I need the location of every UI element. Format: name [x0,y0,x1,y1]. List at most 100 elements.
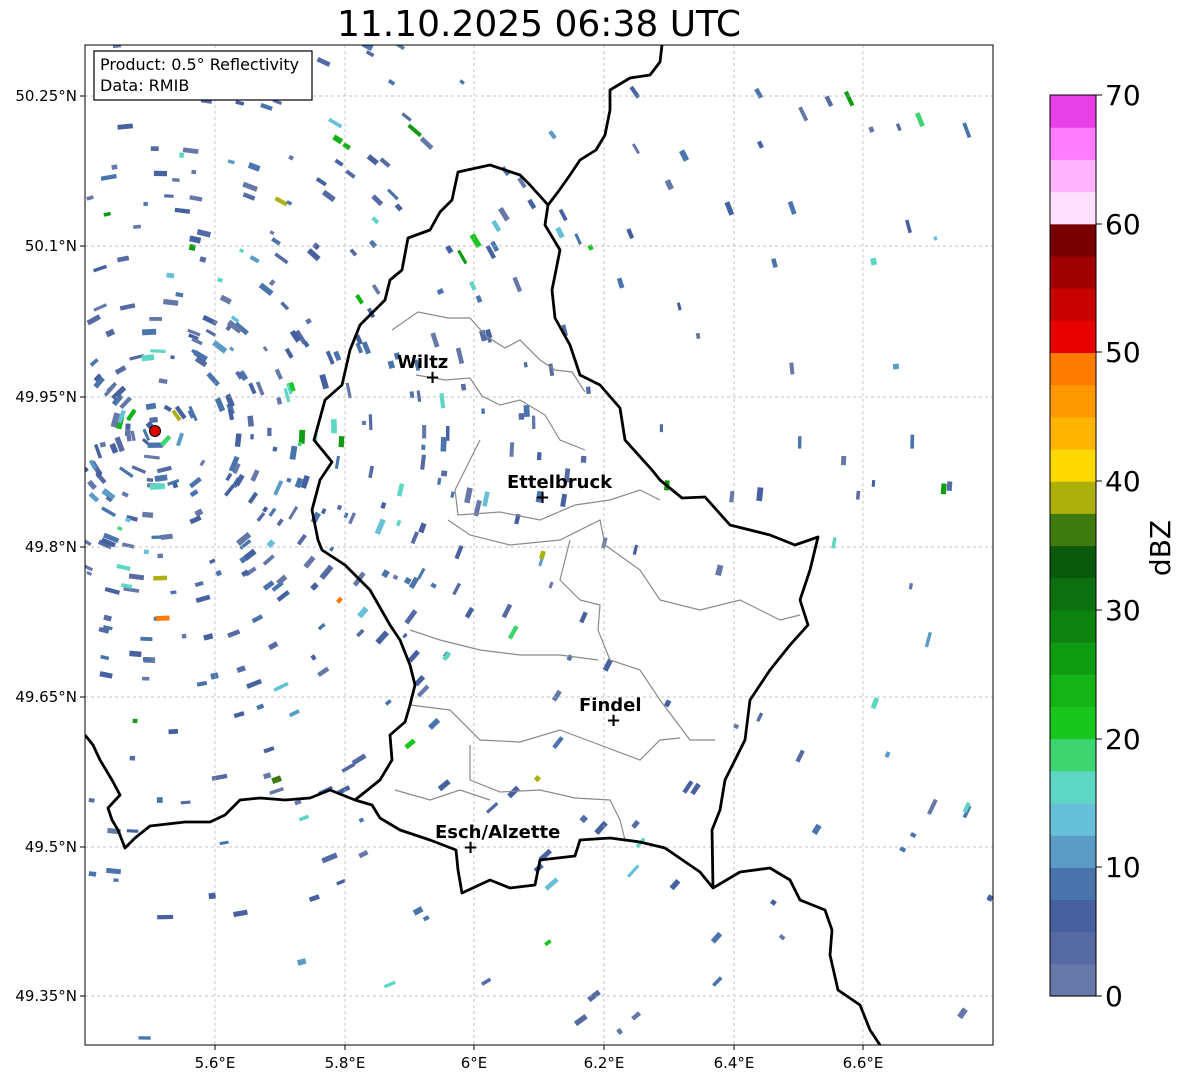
colorbar-swatch [1050,127,1096,160]
radar-echo [149,483,166,490]
colorbar-swatch [1050,609,1096,643]
radar-echo [111,164,118,170]
radar-echo [509,442,515,457]
radar-echo [422,424,427,439]
radar-echo [126,829,139,833]
radar-map-figure: Wiltz + Ettelbruck + Findel + Esch/Alzet… [15,44,1177,1072]
radar-echo [129,650,142,658]
colorbar-swatch [1050,288,1096,321]
radar-echo [946,481,953,491]
x-tick-label: 5.8°E [325,1054,366,1072]
colorbar-swatch [1050,577,1096,611]
radar-echo [330,419,337,434]
radar-echo [150,349,166,353]
y-tick-label: 50.25°N [15,87,77,105]
radar-echo [143,201,148,206]
x-axis-ticks: 5.6°E 5.8°E 6°E 6.2°E 6.4°E 6.6°E [195,1045,884,1072]
radar-echo [523,405,530,418]
colorbar-swatch [1050,674,1096,707]
radar-echo [297,441,302,447]
radar-echo [153,170,168,177]
colorbar-swatch [1050,416,1096,450]
colorbar-tick-label: 50 [1105,336,1141,369]
radar-echo [585,386,591,395]
radar-echo [113,878,119,883]
data-source-text: Data: RMIB [100,76,189,95]
y-tick-label: 49.35°N [15,987,77,1005]
city-marker-icon: + [535,487,550,508]
city-marker-icon: + [463,837,478,858]
colorbar-swatch [1050,223,1096,257]
x-tick-label: 6.4°E [714,1054,755,1072]
radar-echo [168,728,179,735]
radar-echo [88,871,97,877]
radar-echo [153,575,168,581]
radar-echo [481,408,485,414]
radar-echo [361,420,367,426]
radar-echo [132,718,138,724]
radar-echo [191,169,197,175]
radar-echo [440,470,448,477]
radar-echo [368,414,373,430]
radar-echo [892,363,900,370]
product-text: Product: 0.5° Reflectivity [100,55,299,74]
colorbar-swatch [1050,802,1096,836]
radar-echo [146,477,154,483]
radar-echo [518,413,525,420]
colorbar-label: dBZ [1144,520,1177,576]
radar-echo [141,354,155,362]
y-tick-label: 49.8°N [25,538,77,556]
radar-echo [421,444,426,451]
colorbar-swatch [1050,352,1096,386]
colorbar-tick-label: 10 [1105,851,1141,884]
radar-echo [149,316,163,321]
colorbar-swatch [1050,738,1096,772]
radar-echo [910,434,915,449]
colorbar-swatch [1050,255,1096,289]
plot-area: Wiltz + Ettelbruck + Findel + Esch/Alzet… [84,44,994,1046]
colorbar-tick-label: 40 [1105,465,1141,498]
radar-echo [138,1036,151,1040]
radar-echo [143,549,149,555]
city-label: Ettelbruck [507,472,613,493]
radar-echo [157,914,174,920]
colorbar-swatch [1050,835,1096,868]
colorbar-swatch [1050,159,1096,193]
colorbar: 0 10 20 30 40 50 60 70 dBZ [1049,79,1177,1013]
radar-echo [155,615,170,621]
radar-echo [840,455,847,466]
radar-echo [338,436,345,448]
radar-echo [166,272,175,279]
radar-echo [142,676,150,681]
x-tick-label: 6.6°E [843,1054,884,1072]
city-marker-icon: + [425,367,440,388]
radar-echo [157,553,163,559]
radar-echo [440,436,447,452]
colorbar-swatch [1050,320,1096,354]
info-box: Product: 0.5° Reflectivity Data: RMIB [93,50,313,101]
colorbar-swatch [1050,642,1096,675]
radar-echo [250,434,254,440]
colorbar-swatch [1050,770,1096,804]
colorbar-tick-label: 60 [1105,208,1141,241]
radar-echo [150,146,159,151]
radar-echo [871,479,876,487]
radar-echo [797,436,802,449]
radar-echo [659,424,664,433]
radar-echo [940,483,947,495]
radar-echo [156,797,163,803]
colorbar-swatch [1050,481,1096,514]
colorbar-swatch [1050,963,1096,997]
radar-echo [181,633,187,639]
colorbar-swatch [1050,513,1096,547]
radar-echo [172,177,180,183]
colorbar-swatch [1050,448,1096,482]
x-tick-label: 6°E [461,1054,488,1072]
city-label: Esch/Alzette [435,822,560,843]
y-axis-ticks: 50.25°N 50.1°N 49.95°N 49.8°N 49.65°N 49… [15,87,85,1005]
radar-echo [141,328,157,336]
radar-echo [272,446,278,452]
y-tick-label: 50.1°N [25,237,77,255]
y-tick-label: 49.95°N [15,388,77,406]
y-tick-label: 49.65°N [15,688,77,706]
